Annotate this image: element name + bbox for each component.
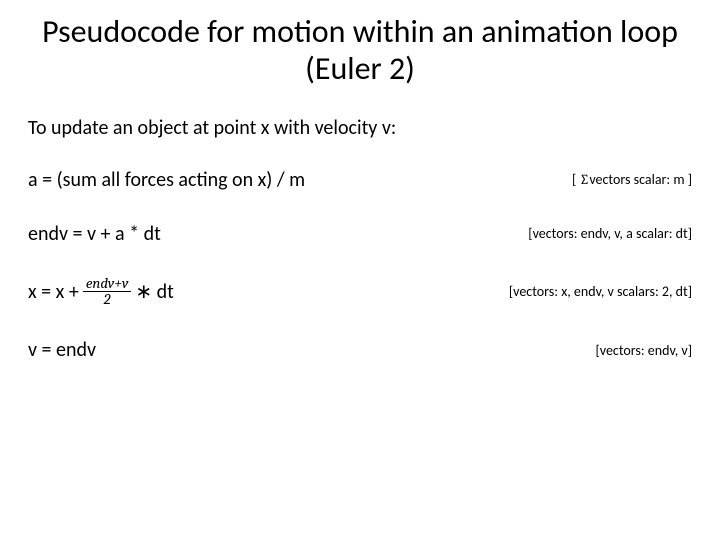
formula-x-prefix: x = x + xyxy=(28,280,79,304)
formula-endv: endv = v + a * dt xyxy=(28,222,161,246)
slide-title: Pseudocode for motion within an animatio… xyxy=(0,0,720,96)
annot-x: [vectors: x, endv, v scalars: 2, dt] xyxy=(509,283,692,300)
content-area: To update an object at point x with velo… xyxy=(0,96,720,363)
line-4: v = endv [vectors: endv, v] xyxy=(28,338,692,362)
fraction-denominator: 2 xyxy=(101,292,114,308)
annot-endv: [vectors: endv, v, a scalar: dt] xyxy=(528,225,692,242)
line-3: x = x + endv+v 2 ∗ dt [vectors: x, endv,… xyxy=(28,276,692,309)
intro-line: To update an object at point x with velo… xyxy=(28,116,692,140)
line-1: a = (sum all forces acting on x) / m [ ∑… xyxy=(28,168,692,192)
formula-v: v = endv xyxy=(28,338,96,362)
formula-x: x = x + endv+v 2 ∗ dt xyxy=(28,276,174,309)
sigma-icon: ∑ xyxy=(579,171,589,188)
formula-a: a = (sum all forces acting on x) / m xyxy=(28,168,305,192)
formula-x-suffix: ∗ dt xyxy=(135,279,174,304)
annot-a: [ ∑vectors scalar: m ] xyxy=(572,171,692,188)
annot-v: [vectors: endv, v] xyxy=(595,342,692,359)
fraction: endv+v 2 xyxy=(83,276,132,309)
line-2: endv = v + a * dt [vectors: endv, v, a s… xyxy=(28,222,692,246)
fraction-numerator: endv+v xyxy=(83,276,132,292)
